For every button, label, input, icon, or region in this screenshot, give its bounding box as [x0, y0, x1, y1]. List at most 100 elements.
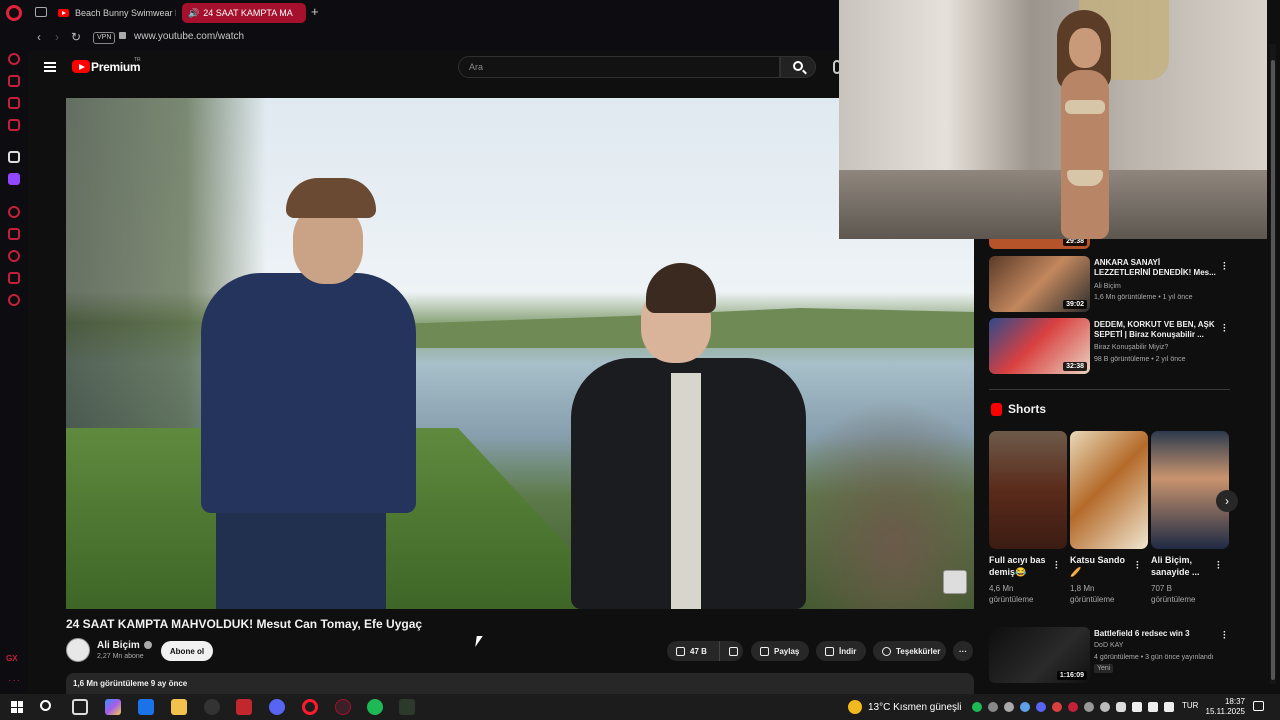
video-player[interactable] — [66, 98, 974, 609]
more-icon[interactable]: ··· — [8, 675, 21, 686]
related-title[interactable]: DEDEM, KORKUT VE BEN, AŞK SEPETİ | Biraz… — [1094, 320, 1216, 340]
spotify-icon[interactable] — [367, 699, 383, 715]
app-terminal-icon[interactable] — [399, 699, 415, 715]
tray-discord-icon[interactable] — [1036, 702, 1046, 712]
more-options-icon[interactable]: · · · — [1223, 259, 1226, 275]
forward-icon[interactable]: › — [55, 30, 59, 44]
channel-watermark[interactable] — [943, 570, 967, 594]
player-icon[interactable] — [8, 119, 20, 131]
microphone-icon[interactable] — [1116, 702, 1126, 712]
scrollbar-thumb[interactable] — [1271, 60, 1275, 680]
new-tab-button[interactable]: + — [311, 4, 319, 19]
channel-avatar[interactable] — [66, 638, 90, 662]
tray-app-icon[interactable] — [1068, 702, 1078, 712]
weather-widget[interactable]: 13°C Kısmen güneşli — [848, 700, 962, 714]
app-red-icon[interactable] — [236, 699, 252, 715]
opera-logo-icon[interactable] — [6, 5, 22, 21]
related-thumbnail[interactable]: 1:16:09 — [989, 627, 1090, 683]
tray-app-icon[interactable] — [1084, 702, 1094, 712]
opera-taskbar-icon[interactable] — [302, 699, 318, 715]
share-button[interactable]: Paylaş — [751, 641, 809, 661]
youtube-logo-icon[interactable] — [72, 60, 90, 73]
gx-icon[interactable]: GX — [6, 654, 18, 663]
related-title[interactable]: ANKARA SANAYİ LEZZETLERİNİ DENEDİK! Mes.… — [1094, 258, 1216, 278]
description-box[interactable]: 1,6 Mn görüntüleme 9 ay önce — [66, 673, 974, 694]
related-thumbnail[interactable]: 39:02 — [989, 256, 1090, 312]
clock-icon[interactable] — [8, 250, 20, 262]
shorts-icon — [991, 402, 1002, 416]
task-view-icon[interactable] — [72, 699, 88, 715]
tray-app-icon[interactable] — [1020, 702, 1030, 712]
more-options-icon[interactable]: · · · — [1055, 558, 1058, 574]
tab-menu-icon[interactable] — [35, 7, 47, 17]
history-icon[interactable] — [8, 53, 20, 65]
region-code: TR — [134, 57, 141, 63]
pinned-app-icon[interactable] — [8, 151, 20, 163]
settings-icon[interactable] — [8, 294, 20, 306]
windows-start-icon[interactable] — [11, 701, 23, 713]
notifications-icon[interactable] — [1253, 701, 1264, 711]
language-indicator[interactable]: TUR — [1182, 701, 1198, 710]
next-arrow-icon[interactable]: › — [1216, 490, 1238, 512]
battery-icon[interactable] — [1164, 702, 1174, 712]
thanks-button[interactable]: Teşekkürler — [873, 641, 946, 661]
channel-name[interactable]: Ali Biçim — [97, 640, 152, 651]
subscriber-count: 2,27 Mn abone — [97, 653, 144, 660]
tray-spotify-icon[interactable] — [972, 702, 982, 712]
tray-app-icon[interactable] — [1052, 702, 1062, 712]
messenger-icon[interactable] — [8, 97, 20, 109]
back-icon[interactable]: ‹ — [37, 30, 41, 44]
speaker-icon[interactable]: 🔊 — [188, 8, 199, 19]
more-actions-button[interactable]: ··· — [953, 641, 973, 661]
short-title[interactable]: Full acıyı bas demiş😂 — [989, 554, 1053, 578]
extensions-icon[interactable] — [8, 272, 20, 284]
related-channel[interactable]: Ali Biçim — [1094, 283, 1121, 290]
lock-icon[interactable] — [119, 32, 126, 39]
tray-app-icon[interactable] — [1100, 702, 1110, 712]
network-icon[interactable] — [1132, 702, 1142, 712]
search-input[interactable]: Ara — [458, 56, 780, 78]
like-button[interactable]: 47 B — [667, 641, 719, 661]
tray-app-icon[interactable] — [988, 702, 998, 712]
clock[interactable]: 18:37 15.11.2025 — [1205, 697, 1245, 717]
more-options-icon[interactable]: · · · — [1217, 558, 1220, 574]
volume-icon[interactable] — [1148, 702, 1158, 712]
premium-logo[interactable]: Premium — [91, 60, 141, 74]
more-options-icon[interactable]: · · · — [1223, 321, 1226, 337]
more-options-icon[interactable]: · · · — [1136, 558, 1139, 574]
short-thumbnail[interactable] — [1070, 431, 1148, 549]
menu-icon[interactable] — [44, 62, 56, 72]
download-button[interactable]: İndir — [816, 641, 866, 661]
discord-icon[interactable] — [269, 699, 285, 715]
tray-app-icon[interactable] — [1004, 702, 1014, 712]
short-thumbnail[interactable] — [1151, 431, 1229, 549]
url-field[interactable]: www.youtube.com/watch — [134, 31, 244, 42]
vpn-badge[interactable]: VPN — [93, 32, 116, 44]
opera-gx-taskbar-icon[interactable] — [335, 699, 351, 715]
tab-active-video[interactable]: 🔊 24 SAAT KAMPTA MA — [182, 3, 306, 23]
outlook-icon[interactable] — [138, 699, 154, 715]
related-channel[interactable]: DoD KAY — [1094, 642, 1123, 649]
short-title[interactable]: Katsu Sando 🥖 — [1070, 554, 1134, 578]
aria-icon[interactable] — [8, 75, 20, 87]
tab-beach-bunny[interactable]: Beach Bunny Swimwear F — [52, 3, 176, 23]
copilot-icon[interactable] — [105, 699, 121, 715]
subscribe-button[interactable]: Abone ol — [161, 641, 213, 661]
related-channel[interactable]: Biraz Konuşabilir Miyiz? — [1094, 344, 1168, 351]
twitch-icon[interactable] — [8, 173, 20, 185]
taskbar-search-icon[interactable] — [40, 700, 51, 711]
dislike-button[interactable] — [719, 641, 743, 661]
obs-icon[interactable] — [204, 699, 220, 715]
more-options-icon[interactable]: · · · — [1223, 628, 1226, 644]
reload-icon[interactable]: ↻ — [71, 30, 81, 44]
bookmarks-icon[interactable] — [8, 228, 20, 240]
time: 18:37 — [1224, 697, 1245, 706]
picture-in-picture-video[interactable] — [839, 0, 1267, 239]
related-thumbnail[interactable]: 32:38 — [989, 318, 1090, 374]
short-title[interactable]: Ali Biçim, sanayide ... — [1151, 554, 1215, 578]
file-explorer-icon[interactable] — [171, 699, 187, 715]
search-button[interactable] — [780, 56, 816, 78]
downloads-icon[interactable] — [8, 206, 20, 218]
related-title[interactable]: Battlefield 6 redsec win 3 — [1094, 629, 1216, 639]
short-thumbnail[interactable] — [989, 431, 1067, 549]
